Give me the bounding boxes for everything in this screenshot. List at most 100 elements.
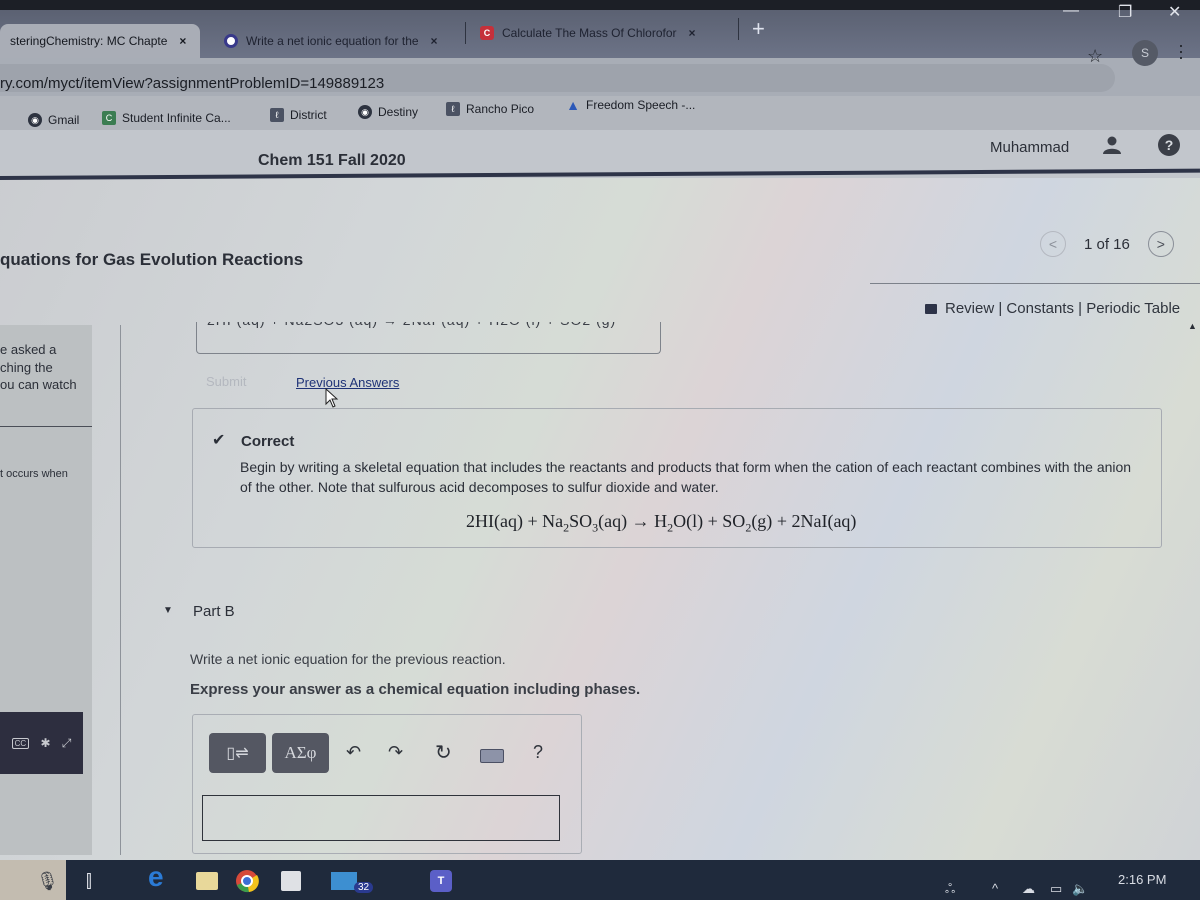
- eq-arrow: →: [627, 511, 655, 531]
- close-tab-icon[interactable]: ×: [689, 26, 696, 40]
- settings-gear-icon[interactable]: ✱: [40, 736, 50, 750]
- bookmark-gmail[interactable]: ◉ Gmail: [28, 113, 79, 127]
- url-text[interactable]: ry.com/myct/itemView?assignmentProblemID…: [0, 75, 384, 92]
- bookmark-label: Freedom Speech -...: [586, 98, 696, 112]
- pager-text: 1 of 16: [1084, 235, 1130, 253]
- edge-icon[interactable]: e: [148, 861, 164, 892]
- submit-button[interactable]: Submit: [206, 374, 246, 389]
- tab-title: Write a net ionic equation for the: [246, 34, 419, 48]
- profile-avatar[interactable]: S: [1132, 40, 1158, 66]
- part-b-question: Write a net ionic equation for the previ…: [190, 651, 506, 667]
- panel-divider: [0, 426, 92, 427]
- store-icon[interactable]: [280, 866, 302, 896]
- templates-button[interactable]: ▯⇌: [209, 733, 266, 773]
- address-bar[interactable]: ry.com/myct/itemView?assignmentProblemID…: [0, 64, 1115, 92]
- redo-icon[interactable]: ↷: [388, 742, 403, 763]
- tab-net-ionic-equation[interactable]: Write a net ionic equation for the ×: [214, 24, 448, 58]
- chrome-icon[interactable]: [230, 866, 264, 896]
- closed-captions-icon[interactable]: CC: [11, 737, 30, 749]
- part-a-answer-box: 2HI (aq) + Na2SO3 (aq) → 2NaI (aq) + H2O…: [196, 322, 661, 354]
- eq-term: H: [654, 511, 668, 531]
- onedrive-icon[interactable]: ☁: [1022, 881, 1035, 897]
- people-icon[interactable]: ஃ: [945, 881, 955, 898]
- book-icon: [925, 303, 937, 314]
- eq-term: (g): [751, 511, 773, 531]
- feedback-status: Correct: [241, 433, 295, 450]
- user-name[interactable]: Muhammad: [990, 139, 1069, 156]
- panel-splitter[interactable]: [120, 325, 121, 855]
- course-title[interactable]: Chem 151 Fall 2020: [258, 152, 406, 170]
- browser-toolbar: ry.com/myct/itemView?assignmentProblemID…: [0, 58, 1200, 98]
- eq-term: O(l): [673, 511, 704, 531]
- eq-term: SO: [722, 511, 746, 531]
- volume-icon[interactable]: 🔈: [1072, 881, 1088, 897]
- keyboard-icon[interactable]: [480, 749, 504, 763]
- part-b-answer-input[interactable]: [202, 795, 560, 841]
- eq-op: +: [703, 511, 723, 531]
- collapse-part-b-icon[interactable]: ▼: [163, 605, 173, 616]
- fullscreen-icon[interactable]: ⤢: [62, 736, 72, 751]
- eq-term: 2HI(aq): [466, 511, 523, 531]
- part-b-title[interactable]: Part B: [193, 603, 235, 620]
- globe-icon: ◉: [358, 105, 372, 119]
- battery-icon[interactable]: ▭: [1050, 881, 1062, 897]
- bookmark-label: Rancho Pico: [466, 102, 535, 116]
- greek-icon: ΑΣφ: [284, 743, 317, 762]
- intro-text-line: ching the: [0, 360, 53, 375]
- chegg-c-icon: C: [480, 26, 494, 40]
- tab-title: Calculate The Mass Of Chlorofor: [502, 26, 677, 40]
- bookmark-label: Destiny: [378, 105, 419, 119]
- bookmark-label: District: [290, 108, 327, 122]
- bookmark-student-infinite-campus[interactable]: C Student Infinite Ca...: [102, 111, 231, 125]
- constants-link[interactable]: Constants: [1006, 300, 1074, 317]
- bookmark-rancho-pico[interactable]: ℓ Rancho Pico: [446, 102, 534, 116]
- intro-text-line: t occurs when: [0, 468, 68, 480]
- help-icon[interactable]: ?: [533, 742, 543, 763]
- bookmark-district[interactable]: ℓ District: [270, 108, 327, 122]
- clock-time[interactable]: 2:16 PM: [1118, 872, 1166, 887]
- tab-mastering-chemistry[interactable]: steringChemistry: MC Chapte ×: [0, 24, 200, 58]
- new-tab-button[interactable]: +: [752, 16, 765, 42]
- mail-icon[interactable]: [330, 866, 358, 896]
- browser-menu-icon[interactable]: · · ·: [1178, 36, 1184, 66]
- eq-term: Na: [542, 511, 564, 531]
- microphone-icon[interactable]: 🎙: [36, 866, 59, 896]
- drive-icon: ▲: [566, 97, 580, 113]
- intro-text-line: ou can watch: [0, 377, 77, 392]
- globe-icon: ◉: [28, 113, 42, 127]
- close-window-button[interactable]: ✕: [1168, 2, 1181, 22]
- previous-answers-link[interactable]: Previous Answers: [296, 375, 399, 390]
- campus-icon: C: [102, 111, 116, 125]
- mouse-cursor-icon: [325, 388, 339, 408]
- eq-op: +: [772, 511, 792, 531]
- tab-calculate-mass[interactable]: C Calculate The Mass Of Chlorofor ×: [470, 16, 706, 50]
- previous-item-button[interactable]: <: [1040, 231, 1066, 257]
- minimize-button[interactable]: —: [1063, 2, 1079, 20]
- close-tab-icon[interactable]: ×: [179, 34, 186, 48]
- reset-icon[interactable]: ↻: [435, 740, 452, 765]
- intro-text-line: e asked a: [0, 342, 57, 357]
- eq-term: (aq): [598, 511, 628, 531]
- review-link[interactable]: Review: [945, 300, 994, 317]
- bookmark-freedom-speech[interactable]: ▲ Freedom Speech -...: [566, 97, 696, 113]
- file-explorer-icon[interactable]: [196, 866, 218, 896]
- bookmark-star-icon[interactable]: ☆: [1087, 46, 1103, 67]
- undo-icon[interactable]: ↶: [346, 742, 361, 763]
- restore-button[interactable]: ❐: [1118, 2, 1132, 22]
- divider: [870, 283, 1200, 284]
- teams-icon[interactable]: T: [428, 866, 454, 896]
- next-item-button[interactable]: >: [1147, 231, 1174, 257]
- bookmark-label: Gmail: [48, 113, 80, 127]
- bookmark-destiny[interactable]: ◉ Destiny: [358, 105, 418, 119]
- tab-separator: [465, 22, 466, 44]
- show-hidden-icons[interactable]: ^: [992, 881, 998, 896]
- greek-symbols-button[interactable]: ΑΣφ: [272, 733, 329, 773]
- help-icon[interactable]: ?: [1158, 134, 1180, 156]
- close-tab-icon[interactable]: ×: [431, 34, 438, 48]
- task-view-icon[interactable]: ⫿: [86, 866, 92, 896]
- periodic-table-link[interactable]: Periodic Table: [1086, 300, 1180, 317]
- scroll-up-arrow[interactable]: ▲: [1188, 321, 1197, 331]
- part-a-answer-text: 2HI (aq) + Na2SO3 (aq) → 2NaI (aq) + H2O…: [207, 322, 616, 328]
- user-icon[interactable]: [1102, 135, 1122, 155]
- bookmark-label: Student Infinite Ca...: [122, 111, 231, 125]
